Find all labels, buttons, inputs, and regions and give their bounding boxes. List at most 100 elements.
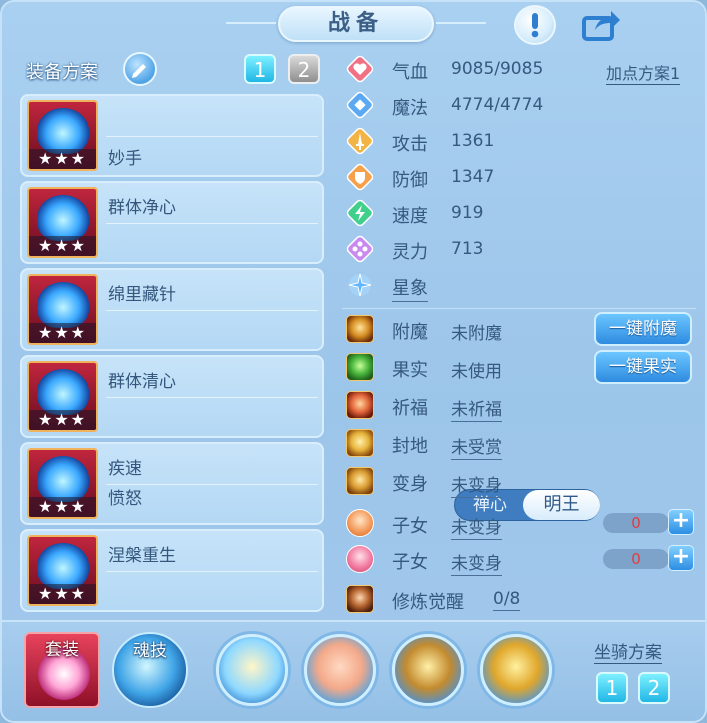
star-sign-icon <box>346 271 374 299</box>
star-sign-row: 星象 禅心 明王 <box>338 270 702 521</box>
skill-stars: ★★★ <box>29 497 96 517</box>
mount-tab-1[interactable]: 1 <box>596 672 628 704</box>
child-2-count[interactable]: 0 <box>603 549 669 569</box>
stat-label: 魔法 <box>392 98 428 119</box>
transform-icon <box>346 467 374 495</box>
buff-value-link[interactable]: 未受赏 <box>451 433 502 460</box>
suit-label: 套装 <box>45 640 79 660</box>
child-2-icon <box>346 545 374 573</box>
skill-icon: ★★★ <box>27 100 98 171</box>
stat-label: 气血 <box>392 62 428 83</box>
buff-value: 未使用 <box>451 362 502 382</box>
stat-row-defense: 防御 1347 <box>338 162 702 192</box>
skill-stars: ★★★ <box>29 584 96 604</box>
scheme-tab-2[interactable]: 2 <box>288 54 320 84</box>
transform-row: 变身 未变身 <box>338 466 702 498</box>
pencil-icon <box>132 64 146 78</box>
mount-slot-4[interactable] <box>480 634 552 706</box>
info-button[interactable] <box>514 5 556 45</box>
skill-art <box>37 195 89 241</box>
stat-value: 9085/9085 <box>451 59 544 79</box>
fruit-icon <box>346 353 374 381</box>
edit-scheme-button[interactable] <box>123 52 157 86</box>
skill-icon: ★★★ <box>27 535 98 606</box>
buff-label: 祈福 <box>392 398 428 419</box>
battle-prep-panel: 战备 装备方案 1 2 ★★★ 妙手 ★★★ 群体净心 ★★★ 绵里藏针 ★★★ 群体清心 ★★… <box>0 0 707 723</box>
skill-stars: ★★★ <box>29 236 96 256</box>
skill-art <box>37 543 89 589</box>
suit-button[interactable]: 套装 <box>24 632 100 708</box>
stat-row-spirit: 灵力 713 <box>338 234 702 264</box>
skill-art <box>37 108 89 154</box>
buff-label: 子女 <box>392 552 428 573</box>
buff-value-link[interactable]: 未变身 <box>451 549 502 576</box>
child-1-count[interactable]: 0 <box>603 513 669 533</box>
buff-label: 子女 <box>392 516 428 537</box>
skill-card[interactable]: ★★★ 群体净心 <box>20 181 324 264</box>
cultivation-row: 修炼觉醒 0/8 <box>338 584 702 614</box>
stat-value: 4774/4774 <box>451 95 544 115</box>
soul-skill-button[interactable]: 魂技 <box>112 632 188 708</box>
skill-separator <box>106 223 318 224</box>
buff-value: 未附魔 <box>451 324 502 344</box>
star-sign-label[interactable]: 星象 <box>392 274 428 302</box>
divider <box>342 308 696 309</box>
skill-separator <box>106 397 318 398</box>
skill-stars: ★★★ <box>29 410 96 430</box>
child-row-1: 子女 未变身 0 + <box>338 508 702 540</box>
skill-icon: ★★★ <box>27 274 98 345</box>
skill-name: 妙手 <box>108 149 142 169</box>
skill-icon: ★★★ <box>27 187 98 258</box>
sword-icon <box>346 127 374 155</box>
share-button[interactable] <box>580 5 622 45</box>
buff-label: 果实 <box>392 360 428 381</box>
skill-separator <box>106 136 318 137</box>
child-1-plus-button[interactable]: + <box>668 509 694 535</box>
skill-card[interactable]: ★★★ 疾速 愤怒 <box>20 442 324 525</box>
child-2-plus-button[interactable]: + <box>668 545 694 571</box>
soul-skill-label: 魂技 <box>133 641 167 661</box>
share-icon <box>582 11 620 41</box>
mount-tab-2[interactable]: 2 <box>638 672 670 704</box>
mana-icon <box>346 91 374 119</box>
stat-value: 919 <box>451 203 484 223</box>
enchant-row: 附魔 未附魔 一键附魔 <box>338 312 702 346</box>
skill-card[interactable]: ★★★ 绵里藏针 <box>20 268 324 351</box>
one-click-fruit-button[interactable]: 一键果实 <box>594 350 692 384</box>
mount-slot-1[interactable] <box>216 634 288 706</box>
speed-icon <box>346 199 374 227</box>
skill-icon: ★★★ <box>27 448 98 519</box>
skill-name: 涅槃重生 <box>108 546 176 566</box>
mount-slot-2[interactable] <box>304 634 376 706</box>
equipment-scheme-label: 装备方案 <box>26 62 98 83</box>
skill-name: 疾速 <box>108 459 142 479</box>
stat-value: 1347 <box>451 167 495 187</box>
fief-row: 封地 未受赏 <box>338 428 702 460</box>
scheme-tab-1[interactable]: 1 <box>244 54 276 84</box>
skill-card[interactable]: ★★★ 群体清心 <box>20 355 324 438</box>
buff-label: 变身 <box>392 474 428 495</box>
skill-separator <box>106 571 318 572</box>
child-row-2: 子女 未变身 0 + <box>338 544 702 576</box>
buff-value-link[interactable]: 未变身 <box>451 471 502 498</box>
blessing-row: 祈福 未祈福 <box>338 390 702 422</box>
mount-slot-3[interactable] <box>392 634 464 706</box>
skill-art <box>37 282 89 328</box>
buff-value-link[interactable]: 未变身 <box>451 513 502 540</box>
stat-label: 速度 <box>392 206 428 227</box>
stat-label: 防御 <box>392 170 428 191</box>
exclamation-icon <box>531 13 539 38</box>
enchant-icon <box>346 315 374 343</box>
skill-card[interactable]: ★★★ 涅槃重生 <box>20 529 324 612</box>
one-click-enchant-button[interactable]: 一键附魔 <box>594 312 692 346</box>
skill-stars: ★★★ <box>29 323 96 343</box>
buff-value-link[interactable]: 未祈福 <box>451 395 502 422</box>
skill-name: 群体净心 <box>108 198 176 218</box>
heart-icon <box>346 55 374 83</box>
buff-value-link[interactable]: 0/8 <box>493 589 521 611</box>
skill-art <box>37 456 89 502</box>
stat-row-speed: 速度 919 <box>338 198 702 228</box>
skill-card[interactable]: ★★★ 妙手 <box>20 94 324 177</box>
child-1-icon <box>346 509 374 537</box>
buff-label: 修炼觉醒 <box>392 592 464 613</box>
